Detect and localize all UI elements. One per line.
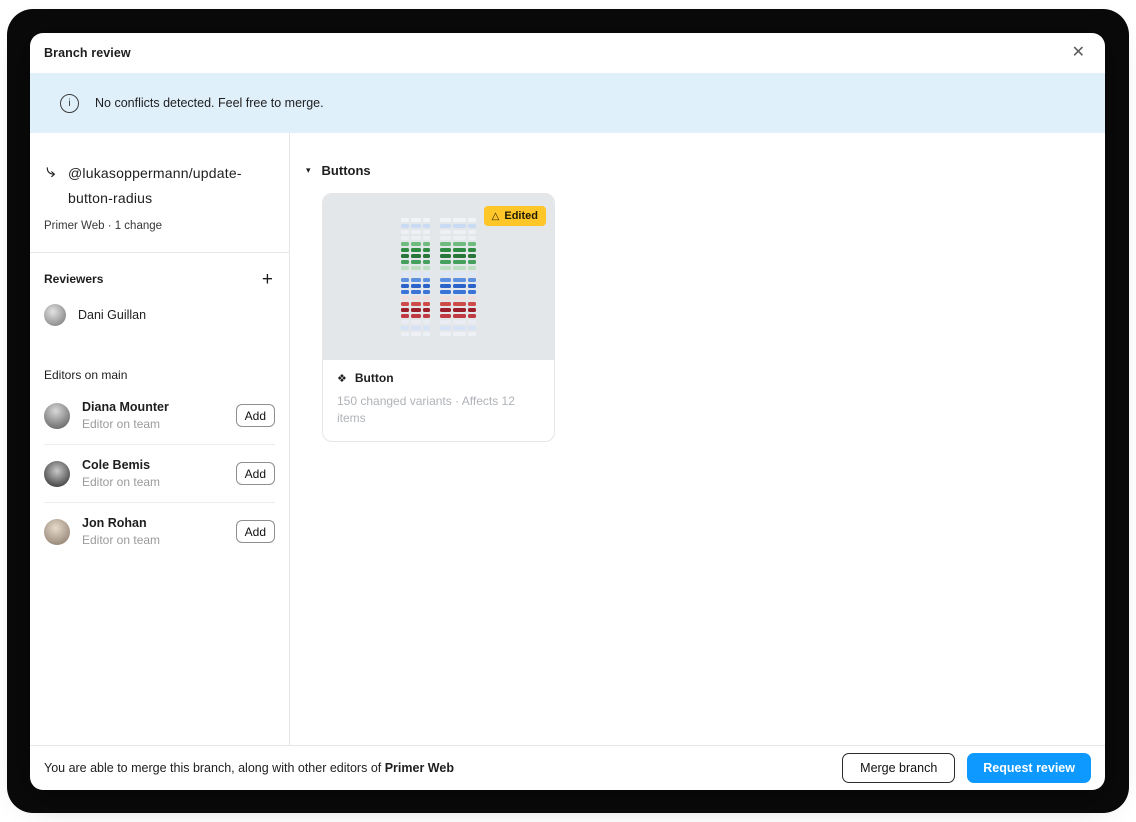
close-icon[interactable]: ✕ [1068,43,1089,63]
changes-panel: ▾ Buttons △ Edited ❖ Button 150 chang [290,133,1105,745]
editor-role: Editor on team [82,417,169,431]
card-footer: ❖ Button 150 changed variants · Affects … [323,360,554,441]
editor-name: Cole Bemis [82,458,160,472]
reviewers-title: Reviewers [44,272,103,286]
dialog-header: Branch review ✕ [30,33,1105,73]
editor-list: Diana Mounter Editor on team Add Cole Be… [44,387,275,560]
editors-on-main-title: Editors on main [44,368,275,382]
section-buttons-header[interactable]: ▾ Buttons [306,163,371,178]
section-title: Buttons [322,163,371,178]
editor-info: Diana Mounter Editor on team [82,400,169,431]
reviewers-header: Reviewers + [44,267,275,291]
editor-row: Cole Bemis Editor on team Add [44,444,275,502]
edited-badge: △ Edited [484,206,546,226]
editor-row: Diana Mounter Editor on team Add [44,387,275,444]
editor-info: Cole Bemis Editor on team [82,458,160,489]
reviewer-row: Dani Guillan [44,304,275,326]
card-name-row: ❖ Button [337,371,540,385]
project-name: Primer Web [385,761,454,775]
sidebar: @lukasoppermann/update-button-radius Pri… [30,133,290,745]
branch-row: @lukasoppermann/update-button-radius [44,161,275,211]
add-editor-button[interactable]: Add [236,520,275,543]
editor-role: Editor on team [82,533,160,547]
card-caption: 150 changed variants · Affects 12 items [337,393,522,427]
no-conflicts-banner: i No conflicts detected. Feel free to me… [30,73,1105,133]
dialog-body: @lukasoppermann/update-button-radius Pri… [30,133,1105,745]
branch-name: @lukasoppermann/update-button-radius [68,161,248,211]
editor-role: Editor on team [82,475,160,489]
avatar [44,304,66,326]
add-editor-button[interactable]: Add [236,404,275,427]
branch-review-dialog: Branch review ✕ i No conflicts detected.… [30,33,1105,790]
info-icon: i [60,94,79,113]
component-thumbnail: △ Edited [323,194,554,360]
changed-component-card[interactable]: △ Edited ❖ Button 150 changed variants ·… [322,193,555,442]
sidebar-divider [30,252,289,253]
avatar [44,403,70,429]
add-reviewer-icon[interactable]: + [260,270,275,289]
button-variants-grid [401,218,476,336]
badge-label: Edited [504,210,538,222]
merge-branch-button[interactable]: Merge branch [842,753,955,783]
banner-text: No conflicts detected. Feel free to merg… [95,96,324,110]
editor-info: Jon Rohan Editor on team [82,516,160,547]
reviewer-name: Dani Guillan [78,308,146,322]
editor-row: Jon Rohan Editor on team Add [44,502,275,560]
component-icon: ❖ [337,372,347,385]
merge-message: You are able to merge this branch, along… [44,761,454,775]
avatar [44,461,70,487]
dialog-title: Branch review [44,46,131,60]
request-review-button[interactable]: Request review [967,753,1091,783]
warning-icon: △ [492,211,500,222]
editor-name: Diana Mounter [82,400,169,414]
avatar [44,519,70,545]
dialog-footer: You are able to merge this branch, along… [30,745,1105,790]
chevron-down-icon: ▾ [306,165,311,176]
component-name: Button [355,371,394,385]
editor-name: Jon Rohan [82,516,160,530]
add-editor-button[interactable]: Add [236,462,275,485]
branch-meta: Primer Web · 1 change [44,220,275,232]
branch-icon [44,165,59,211]
